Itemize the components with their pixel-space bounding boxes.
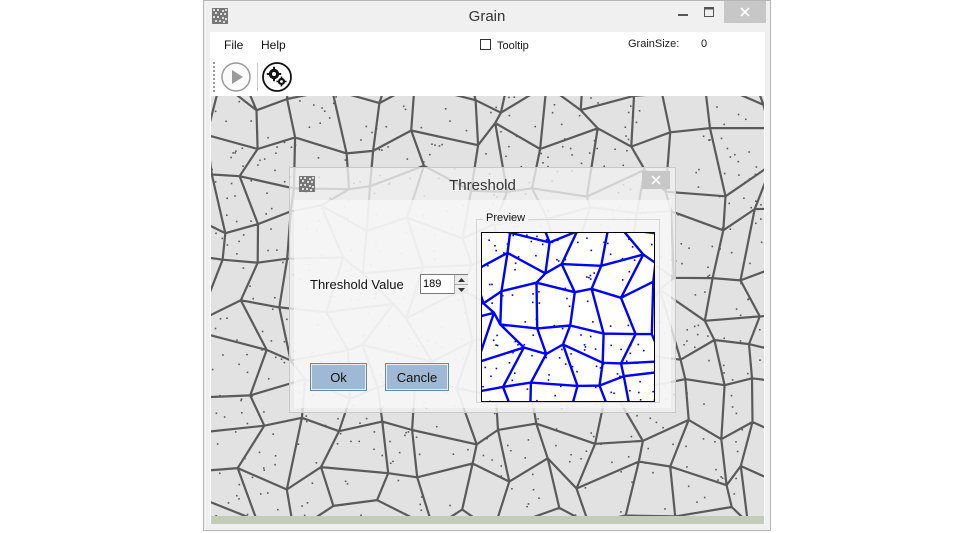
dialog-close-button[interactable] <box>642 171 670 189</box>
run-button[interactable] <box>220 61 252 93</box>
play-icon <box>221 62 251 92</box>
maximize-icon <box>704 7 714 17</box>
threshold-value-input[interactable] <box>423 276 453 292</box>
gears-icon <box>262 62 292 92</box>
threshold-dialog: Threshold Threshold Value Ok Cancle Prev… <box>289 167 676 413</box>
menu-file[interactable]: File <box>224 38 243 52</box>
ok-button[interactable]: Ok <box>310 363 367 391</box>
preview-image <box>481 232 655 402</box>
preview-label: Preview <box>483 212 529 224</box>
minimize-button[interactable] <box>670 1 696 23</box>
title-bar[interactable]: Grain <box>204 1 770 32</box>
toolbar <box>210 58 765 96</box>
dialog-title: Threshold <box>449 177 516 194</box>
canvas-bottom-border <box>211 516 764 524</box>
caret-up-icon <box>458 277 465 282</box>
close-icon <box>651 175 661 185</box>
close-button[interactable] <box>724 1 766 23</box>
close-icon <box>740 7 750 17</box>
tooltip-checkbox[interactable] <box>480 39 491 50</box>
settings-button[interactable] <box>261 61 293 93</box>
threshold-value-label: Threshold Value <box>310 277 404 292</box>
toolbar-separator <box>257 63 258 91</box>
menu-help[interactable]: Help <box>261 38 286 52</box>
spinner-up-button[interactable] <box>454 275 468 284</box>
tooltip-label[interactable]: Tooltip <box>497 40 529 52</box>
preview-group: Preview <box>476 212 660 403</box>
spinner-down-button[interactable] <box>454 284 468 294</box>
cancel-button[interactable]: Cancle <box>385 363 449 391</box>
threshold-spinner[interactable] <box>420 274 468 294</box>
menu-bar: File Help Tooltip GrainSize: 0 <box>210 32 765 58</box>
grainsize-label: GrainSize: <box>628 38 680 50</box>
toolbar-grip[interactable] <box>213 62 217 92</box>
maximize-button[interactable] <box>696 1 722 23</box>
caret-down-icon <box>458 287 465 292</box>
minimize-icon <box>678 14 688 16</box>
dialog-body: Threshold Value Ok Cancle Preview <box>294 200 671 408</box>
grainsize-value: 0 <box>701 38 708 50</box>
threshold-preview <box>482 233 654 401</box>
